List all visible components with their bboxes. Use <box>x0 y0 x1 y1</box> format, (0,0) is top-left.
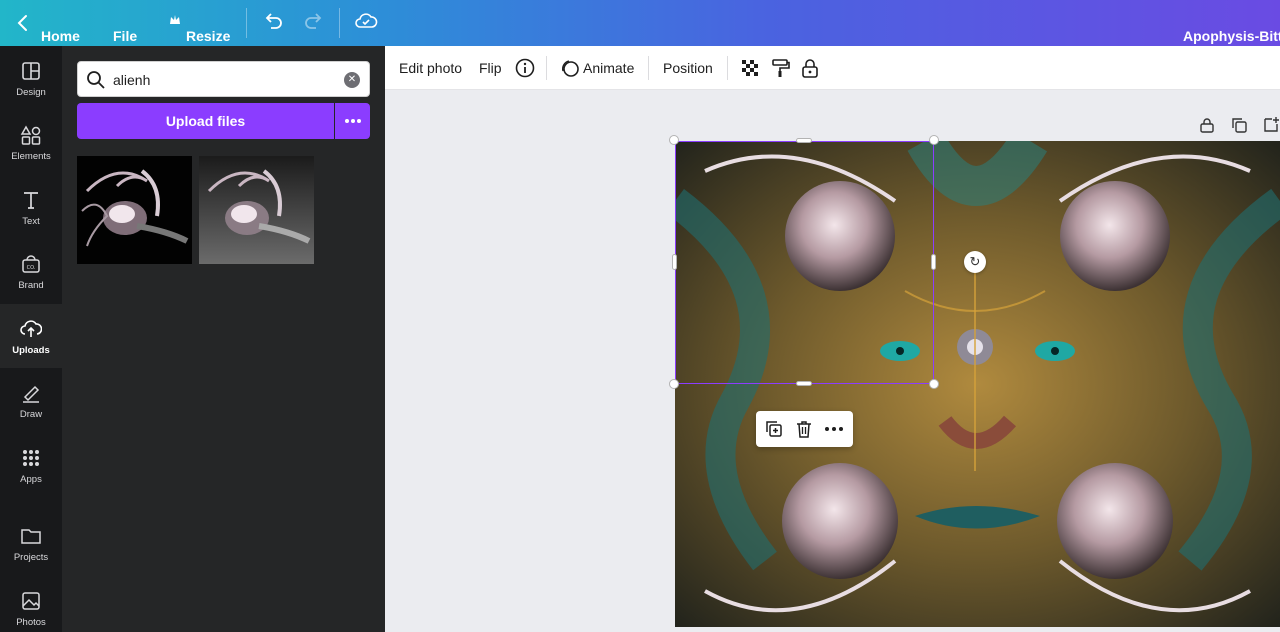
crown-icon <box>170 15 180 24</box>
page-lock-icon[interactable] <box>1198 116 1216 134</box>
search-input[interactable] <box>113 70 333 90</box>
uploads-panel: ✕ Upload files <box>62 46 385 632</box>
rail-label: Design <box>16 87 46 98</box>
element-action-bar <box>756 411 853 447</box>
position-button[interactable]: Position <box>663 60 713 76</box>
design-artwork[interactable] <box>675 141 1280 627</box>
pen-icon <box>23 385 40 403</box>
cloud-upload-icon <box>20 320 42 337</box>
resize-handle-bottom[interactable] <box>796 381 812 386</box>
divider <box>246 8 247 38</box>
rail-item-photos[interactable]: Photos <box>0 590 62 632</box>
trash-icon[interactable] <box>794 419 814 439</box>
rail-label: Draw <box>19 409 43 420</box>
grid-icon <box>23 450 39 466</box>
cloud-saved-icon[interactable] <box>354 10 378 32</box>
divider <box>727 56 728 80</box>
info-icon[interactable] <box>514 57 536 79</box>
rail-item-text[interactable]: Text <box>0 189 62 239</box>
duplicate-icon[interactable] <box>764 419 784 439</box>
transparency-icon[interactable] <box>739 57 761 79</box>
search-icon <box>87 71 105 89</box>
upload-thumbnail[interactable] <box>199 156 314 264</box>
search-box: ✕ <box>77 61 370 97</box>
rail-item-brand[interactable]: CO. Brand <box>0 253 62 303</box>
fractal-thumbnail-image <box>77 156 192 264</box>
upload-more-button[interactable] <box>335 103 370 139</box>
rail-label: Photos <box>16 617 46 628</box>
text-icon <box>24 192 38 209</box>
redo-icon[interactable] <box>303 10 325 32</box>
resize-handle-right[interactable] <box>931 254 936 270</box>
undo-icon[interactable] <box>262 10 284 32</box>
add-page-icon[interactable] <box>1262 116 1280 134</box>
rail-item-elements[interactable]: Elements <box>0 124 62 174</box>
divider <box>339 8 340 38</box>
image-icon <box>22 592 40 610</box>
paint-roller-icon[interactable] <box>769 57 791 79</box>
top-bar: Home File Resize Apophysis-Bitte <box>0 0 1280 46</box>
resize-handle-left[interactable] <box>672 254 677 270</box>
divider <box>546 56 547 80</box>
rail-item-apps[interactable]: Apps <box>0 447 62 497</box>
clear-search-icon[interactable]: ✕ <box>344 72 360 88</box>
lock-icon[interactable] <box>799 57 821 79</box>
layout-icon <box>22 62 40 80</box>
rail-label: Brand <box>18 280 44 291</box>
resize-handle-corner[interactable] <box>669 379 679 389</box>
left-rail: Design Elements Text CO. Brand Uploads D… <box>0 46 62 632</box>
flip-button[interactable]: Flip <box>479 60 502 76</box>
rail-label: Projects <box>13 552 49 563</box>
rail-label: Apps <box>20 474 42 485</box>
resize-handle-corner[interactable] <box>929 135 939 145</box>
rail-item-draw[interactable]: Draw <box>0 382 62 432</box>
rail-item-uploads[interactable]: Uploads <box>0 304 62 368</box>
rail-label: Uploads <box>12 345 50 356</box>
brand-icon: CO. <box>22 255 40 273</box>
animate-button[interactable]: Animate <box>583 60 634 76</box>
fractal-thumbnail-image <box>199 156 314 264</box>
resize-handle-top[interactable] <box>796 138 812 143</box>
folder-icon <box>21 529 41 544</box>
context-toolbar: Edit photo Flip Animate Position <box>385 46 1280 90</box>
rail-item-projects[interactable]: Projects <box>0 525 62 575</box>
chevron-left-icon[interactable] <box>14 12 32 34</box>
animate-icon[interactable] <box>559 57 581 79</box>
rail-item-design[interactable]: Design <box>0 60 62 110</box>
upload-thumbnail[interactable] <box>77 156 192 264</box>
rail-label: Elements <box>11 151 51 162</box>
divider <box>648 56 649 80</box>
upload-files-button[interactable]: Upload files <box>77 103 334 139</box>
rotate-handle-icon[interactable]: ↻ <box>964 251 986 273</box>
shapes-icon <box>20 125 41 145</box>
svg-text:CO.: CO. <box>27 265 36 271</box>
rail-label: Text <box>22 216 40 227</box>
resize-handle-corner[interactable] <box>669 135 679 145</box>
more-dots-icon[interactable] <box>824 419 844 439</box>
duplicate-page-icon[interactable] <box>1230 116 1248 134</box>
more-dots-icon <box>344 119 361 123</box>
fractal-face-image <box>675 141 1280 627</box>
edit-photo-button[interactable]: Edit photo <box>399 60 462 76</box>
resize-handle-corner[interactable] <box>929 379 939 389</box>
